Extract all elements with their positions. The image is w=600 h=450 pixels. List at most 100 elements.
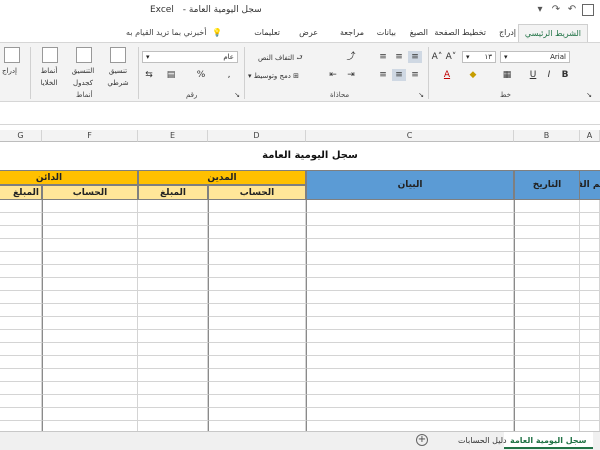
grid-cell[interactable] (306, 343, 514, 356)
cell-styles-button[interactable]: أنماط الخلايا (34, 65, 64, 89)
grid-cell[interactable] (514, 408, 580, 421)
column-header-g[interactable]: G (0, 130, 42, 142)
tell-me-box[interactable]: 💡 أخبرني بما تريد القيام به (120, 24, 228, 42)
grid-cell[interactable] (0, 226, 42, 239)
grid-cell[interactable] (42, 239, 138, 252)
tab-insert[interactable]: إدراج (493, 24, 522, 42)
grid-cell[interactable] (208, 395, 306, 408)
grid-cell[interactable] (580, 317, 600, 330)
grid-cell[interactable] (42, 408, 138, 421)
grid-cell[interactable] (0, 356, 42, 369)
grid-cell[interactable] (580, 395, 600, 408)
grid-cell[interactable] (208, 408, 306, 421)
grid-cell[interactable] (580, 382, 600, 395)
grid-cell[interactable] (306, 330, 514, 343)
grid-cell[interactable] (0, 408, 42, 421)
grid-cell[interactable] (580, 356, 600, 369)
grid-cell[interactable] (514, 382, 580, 395)
grid-cell[interactable] (208, 226, 306, 239)
sheet-tab-accounts[interactable]: دليل الحسابات (452, 432, 513, 449)
grid-cell[interactable] (0, 382, 42, 395)
cell-styles-icon[interactable] (42, 47, 58, 63)
grid-cell[interactable] (514, 239, 580, 252)
grid-cell[interactable] (138, 304, 208, 317)
accounting-format-icon[interactable]: ▤ (164, 69, 178, 81)
grid-cell[interactable] (138, 213, 208, 226)
grid-cell[interactable] (0, 317, 42, 330)
grid-cell[interactable] (138, 421, 208, 431)
column-header-a[interactable]: A (580, 130, 600, 142)
grid-cell[interactable] (42, 356, 138, 369)
grid-cell[interactable] (42, 278, 138, 291)
grid-cell[interactable] (208, 278, 306, 291)
grid-cell[interactable] (208, 356, 306, 369)
grid-cell[interactable] (306, 356, 514, 369)
grid-cell[interactable] (514, 265, 580, 278)
align-bottom-icon[interactable]: ≡ (376, 51, 390, 63)
grid-cell[interactable] (514, 395, 580, 408)
merge-center-button[interactable]: ⊞ دمج وتوسيط ▾ (248, 70, 299, 82)
grid-cell[interactable] (0, 252, 42, 265)
grid-cell[interactable] (514, 343, 580, 356)
grid-cell[interactable] (138, 239, 208, 252)
grid-cell[interactable] (580, 343, 600, 356)
orientation-icon[interactable]: ⤴ (344, 51, 358, 63)
grid-cell[interactable] (580, 408, 600, 421)
grid-cell[interactable] (138, 317, 208, 330)
column-header-f[interactable]: F (42, 130, 138, 142)
header-credit[interactable]: الدائن (0, 170, 138, 185)
grid-cell[interactable] (208, 239, 306, 252)
grid-cell[interactable] (580, 213, 600, 226)
grid-cell[interactable] (42, 200, 138, 213)
header-date[interactable]: التاريخ (514, 170, 580, 200)
grid-cell[interactable] (42, 265, 138, 278)
grid-cell[interactable] (208, 304, 306, 317)
grid-cell[interactable] (138, 408, 208, 421)
number-format-box[interactable]: ▾ عام (142, 51, 238, 63)
grid-cell[interactable] (306, 317, 514, 330)
decimal-icon[interactable]: ⇆ (142, 69, 156, 81)
grid-cell[interactable] (42, 395, 138, 408)
increase-font-icon[interactable]: A˄ (430, 51, 444, 63)
dialog-launcher-icon[interactable]: ↘ (230, 89, 244, 101)
grid-cell[interactable] (306, 265, 514, 278)
font-size-box[interactable]: ▾ ١٣ (462, 51, 496, 63)
grid-cell[interactable] (138, 343, 208, 356)
format-as-table-button[interactable]: التنسيق كجدول (64, 65, 102, 89)
decrease-font-icon[interactable]: A˅ (444, 51, 458, 63)
header-credit-amount[interactable]: المبلغ (0, 185, 42, 200)
redo-icon[interactable]: ↷ (550, 4, 562, 16)
insert-cells-button[interactable]: إدراج (2, 65, 17, 77)
grid-cell[interactable] (0, 304, 42, 317)
save-icon[interactable] (582, 4, 594, 16)
grid-cell[interactable] (42, 291, 138, 304)
add-sheet-icon[interactable]: + (416, 434, 428, 446)
worksheet-grid[interactable]: A B C D E F G سجل اليومية العامة رقم الق… (0, 130, 600, 431)
grid-cell[interactable] (138, 356, 208, 369)
header-debit-amount[interactable]: المبلغ (138, 185, 208, 200)
grid-cell[interactable] (0, 291, 42, 304)
column-header-c[interactable]: C (306, 130, 514, 142)
grid-cell[interactable] (208, 213, 306, 226)
tab-help[interactable]: تعليمات (248, 24, 286, 42)
grid-cell[interactable] (208, 252, 306, 265)
grid-cell[interactable] (514, 317, 580, 330)
grid-cell[interactable] (306, 304, 514, 317)
align-middle-icon[interactable]: ≡ (392, 51, 406, 63)
header-debit[interactable]: المدين (138, 170, 306, 185)
align-center-icon[interactable]: ≡ (392, 69, 406, 81)
grid-cell[interactable] (42, 343, 138, 356)
borders-icon[interactable]: ▦ (500, 69, 514, 81)
font-color-icon[interactable]: A (440, 69, 454, 81)
tab-home[interactable]: الشريط الرئيسي (517, 24, 588, 42)
align-left-icon[interactable]: ≡ (376, 69, 390, 81)
grid-cell[interactable] (0, 265, 42, 278)
grid-cell[interactable] (580, 291, 600, 304)
grid-cell[interactable] (306, 200, 514, 213)
grid-cell[interactable] (580, 252, 600, 265)
format-as-table-icon[interactable] (76, 47, 92, 63)
grid-cell[interactable] (514, 200, 580, 213)
grid-cell[interactable] (0, 278, 42, 291)
grid-cell[interactable] (306, 421, 514, 431)
percent-icon[interactable]: % (194, 69, 208, 81)
